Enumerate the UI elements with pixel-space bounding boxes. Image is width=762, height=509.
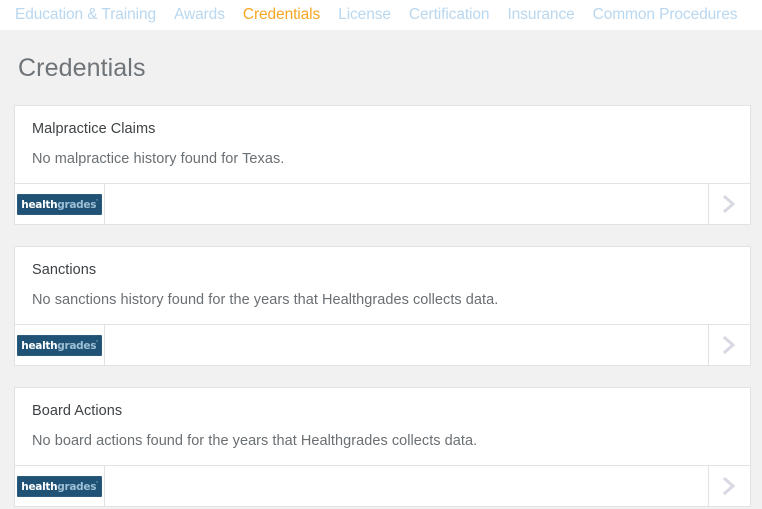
healthgrades-logo-primary: health	[21, 199, 57, 211]
chevron-right-icon	[722, 334, 737, 356]
footer-spacer	[105, 184, 709, 224]
source-cell: healthgrades'	[15, 325, 105, 365]
tab-certification[interactable]: Certification	[400, 0, 499, 30]
credentials-page: Credentials Malpractice Claims No malpra…	[0, 30, 762, 509]
card-malpractice-claims: Malpractice Claims No malpractice histor…	[14, 105, 751, 225]
card-footer: healthgrades'	[15, 465, 750, 506]
expand-card-button[interactable]	[709, 184, 750, 224]
card-title: Board Actions	[32, 403, 733, 419]
card-body: Malpractice Claims No malpractice histor…	[15, 106, 750, 183]
footer-spacer	[105, 466, 709, 506]
healthgrades-logo: healthgrades'	[17, 335, 101, 356]
healthgrades-logo-trademark: '	[96, 339, 98, 346]
card-title: Malpractice Claims	[32, 121, 733, 137]
chevron-right-icon	[722, 193, 737, 215]
card-text: No malpractice history found for Texas.	[32, 151, 733, 167]
page-title: Credentials	[14, 30, 748, 105]
chevron-right-icon	[722, 475, 737, 497]
card-footer: healthgrades'	[15, 183, 750, 224]
tab-education-and-training[interactable]: Education & Training	[6, 0, 165, 30]
healthgrades-logo-primary: health	[21, 481, 57, 493]
source-cell: healthgrades'	[15, 184, 105, 224]
tab-insurance[interactable]: Insurance	[498, 0, 583, 30]
tab-credentials[interactable]: Credentials	[234, 0, 329, 30]
healthgrades-logo-wordmark: healthgrades'	[21, 481, 97, 493]
footer-spacer	[105, 325, 709, 365]
healthgrades-logo: healthgrades'	[17, 194, 101, 215]
healthgrades-logo-secondary: grades	[57, 340, 96, 352]
healthgrades-logo-wordmark: healthgrades'	[21, 340, 97, 352]
healthgrades-logo: healthgrades'	[17, 476, 101, 497]
section-tab-nav: Education & Training Awards Credentials …	[0, 0, 762, 30]
healthgrades-logo-primary: health	[21, 340, 57, 352]
expand-card-button[interactable]	[709, 466, 750, 506]
healthgrades-logo-trademark: '	[96, 480, 98, 487]
card-body: Board Actions No board actions found for…	[15, 388, 750, 465]
card-board-actions: Board Actions No board actions found for…	[14, 387, 751, 507]
healthgrades-logo-wordmark: healthgrades'	[21, 199, 97, 211]
tab-common-procedures[interactable]: Common Procedures	[584, 0, 747, 30]
source-cell: healthgrades'	[15, 466, 105, 506]
healthgrades-logo-secondary: grades	[57, 199, 96, 211]
card-text: No sanctions history found for the years…	[32, 292, 733, 308]
card-body: Sanctions No sanctions history found for…	[15, 247, 750, 324]
tab-awards[interactable]: Awards	[165, 0, 234, 30]
card-sanctions: Sanctions No sanctions history found for…	[14, 246, 751, 366]
healthgrades-logo-trademark: '	[96, 198, 98, 205]
expand-card-button[interactable]	[709, 325, 750, 365]
tab-license[interactable]: License	[329, 0, 400, 30]
card-footer: healthgrades'	[15, 324, 750, 365]
healthgrades-logo-secondary: grades	[57, 481, 96, 493]
card-text: No board actions found for the years tha…	[32, 433, 733, 449]
card-title: Sanctions	[32, 262, 733, 278]
